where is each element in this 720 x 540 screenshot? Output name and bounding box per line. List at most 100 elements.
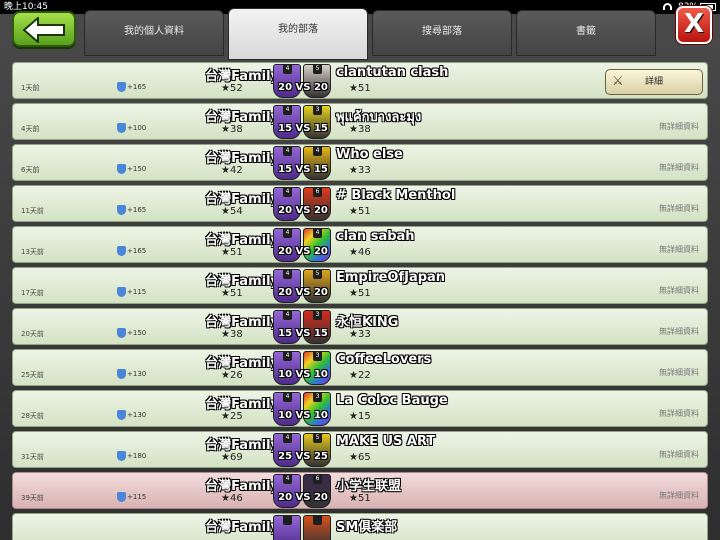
clan-level xyxy=(313,515,322,525)
opponent-stars: ★65 xyxy=(349,452,371,463)
war-matchup: 4 3 10 VS 10 xyxy=(273,392,333,426)
star-icon: ★ xyxy=(221,165,230,176)
war-matchup: 4 4 20 VS 20 xyxy=(273,228,333,262)
trophy-gain: +165 xyxy=(117,82,146,92)
war-time-ago: 13天前 xyxy=(21,248,44,256)
trophy-shield-icon xyxy=(117,451,126,461)
trophy-value: +150 xyxy=(127,165,147,173)
trophy-gain: +115 xyxy=(117,492,146,502)
close-button[interactable]: X xyxy=(676,6,712,44)
clan-level: 4 xyxy=(283,105,292,115)
my-clan-name: 台灣Family xyxy=(205,110,279,125)
my-stars: ★26 xyxy=(221,370,243,381)
my-stars: ★38 xyxy=(221,124,243,135)
my-clan-badge-icon xyxy=(273,515,301,540)
war-matchup xyxy=(273,515,333,540)
star-icon: ★ xyxy=(349,83,358,94)
detail-button-label: 詳細 xyxy=(644,77,663,87)
tab-label: 我的部落 xyxy=(278,24,318,35)
star-icon: ★ xyxy=(349,165,358,176)
no-detail-text: 無詳細資料 xyxy=(659,491,699,500)
clan-level: 3 xyxy=(313,310,322,320)
my-clan-name: 台灣Family xyxy=(205,397,279,412)
opponent-stars-value: 33 xyxy=(357,329,371,340)
trophy-shield-icon xyxy=(117,369,126,379)
war-log-row[interactable]: 17天前 +115 台灣Family ★51 4 5 20 VS 20 EmpireOfJap… xyxy=(12,267,708,304)
trophy-shield-icon xyxy=(117,410,126,420)
war-log-row[interactable]: 1天前 +165 台灣Family ★52 4 5 20 VS 20 clantutan cl… xyxy=(12,62,708,99)
no-detail-text: 無詳細資料 xyxy=(659,122,699,131)
opponent-stars-value: 22 xyxy=(357,370,371,381)
my-stars-value: 25 xyxy=(229,411,243,422)
war-log-row[interactable]: 11天前 +165 台灣Family ★54 4 6 20 VS 20 # Black Men… xyxy=(12,185,708,222)
my-clan-name: 台灣Family xyxy=(205,233,279,248)
opponent-clan-name: La Coloc Bauge xyxy=(336,393,448,408)
no-detail-text: 無詳細資料 xyxy=(659,286,699,295)
star-icon: ★ xyxy=(349,247,358,258)
war-log-row[interactable]: 25天前 +130 台灣Family ★26 4 3 10 VS 10 CoffeeLover… xyxy=(12,349,708,386)
my-clan-name: 台灣Family xyxy=(205,315,279,330)
war-log-row[interactable]: 28天前 +130 台灣Family ★25 4 3 10 VS 10 La Coloc Ba… xyxy=(12,390,708,427)
no-detail-text: 無詳細資料 xyxy=(659,245,699,254)
opponent-stars-value: 38 xyxy=(357,124,371,135)
tab-bookmarks[interactable]: 書籤 xyxy=(516,10,656,56)
tab-my-profile[interactable]: 我的個人資料 xyxy=(84,10,224,56)
war-size: 20 VS 20 xyxy=(278,205,328,216)
trophy-value: +115 xyxy=(127,493,147,501)
war-log-row[interactable]: 13天前 +165 台灣Family ★51 4 4 20 VS 20 clan sabah ★… xyxy=(12,226,708,263)
war-size: 20 VS 20 xyxy=(278,82,328,93)
opponent-stars-value: 51 xyxy=(357,83,371,94)
war-matchup: 4 6 20 VS 20 xyxy=(273,474,333,508)
my-stars-value: 38 xyxy=(229,329,243,340)
opponent-stars-value: 51 xyxy=(357,288,371,299)
war-log-list[interactable]: 1天前 +165 台灣Family ★52 4 5 20 VS 20 clantutan cl… xyxy=(12,58,708,540)
war-log-row[interactable]: 台灣Family SM俱楽部 xyxy=(12,513,708,540)
opponent-clan-badge-icon xyxy=(303,515,331,540)
war-matchup: 4 3 15 VS 15 xyxy=(273,310,333,344)
trophy-gain: +130 xyxy=(117,410,146,420)
star-icon: ★ xyxy=(221,206,230,217)
star-icon: ★ xyxy=(349,329,358,340)
war-time-ago: 11天前 xyxy=(21,207,44,215)
clan-level: 4 xyxy=(283,228,292,238)
star-icon: ★ xyxy=(221,370,230,381)
clan-level: 4 xyxy=(283,433,292,443)
trophy-value: +165 xyxy=(127,206,147,214)
opponent-stars: ★51 xyxy=(349,83,371,94)
trophy-gain: +115 xyxy=(117,287,146,297)
trophy-gain: +130 xyxy=(117,369,146,379)
war-log-row[interactable]: 20天前 +150 台灣Family ★38 4 3 15 VS 15 永恒KING ★33 無詳… xyxy=(12,308,708,345)
opponent-clan-name: # Black Menthol xyxy=(336,188,456,203)
trophy-shield-icon xyxy=(117,246,126,256)
star-icon: ★ xyxy=(349,370,358,381)
war-detail-button[interactable]: ⚔ 詳細 xyxy=(605,69,703,95)
war-log-row[interactable]: 31天前 +180 台灣Family ★69 4 5 25 VS 25 MAKE US ART… xyxy=(12,431,708,468)
opponent-stars-value: 51 xyxy=(357,206,371,217)
my-clan-name: 台灣Family xyxy=(205,438,279,453)
my-stars-value: 38 xyxy=(229,124,243,135)
trophy-value: +100 xyxy=(127,124,147,132)
tab-label: 搜尋部落 xyxy=(422,26,462,37)
star-icon: ★ xyxy=(221,329,230,340)
war-size: 15 VS 15 xyxy=(278,164,328,175)
opponent-stars: ★22 xyxy=(349,370,371,381)
war-matchup: 4 3 10 VS 10 xyxy=(273,351,333,385)
trophy-value: +115 xyxy=(127,288,147,296)
star-icon: ★ xyxy=(349,493,358,504)
trophy-shield-icon xyxy=(117,287,126,297)
war-log-row[interactable]: 4天前 +100 台灣Family ★38 4 3 15 VS 15 พุแค้กบางละม… xyxy=(12,103,708,140)
war-log-row[interactable]: 39天前 +115 台灣Family ★46 4 6 20 VS 20 小学生联盟 ★51 無詳細… xyxy=(12,472,708,509)
star-icon: ★ xyxy=(221,83,230,94)
back-button[interactable] xyxy=(12,11,76,47)
war-log-row[interactable]: 6天前 +150 台灣Family ★42 4 4 15 VS 15 Who else ★33 無… xyxy=(12,144,708,181)
star-icon: ★ xyxy=(349,288,358,299)
tab-my-clan[interactable]: 我的部落 xyxy=(228,8,368,60)
war-size: 25 VS 25 xyxy=(278,451,328,462)
trophy-gain: +150 xyxy=(117,164,146,174)
clan-level: 3 xyxy=(313,351,322,361)
star-icon: ★ xyxy=(349,411,358,422)
tab-search-clans[interactable]: 搜尋部落 xyxy=(372,10,512,56)
my-clan-name: 台灣Family xyxy=(205,356,279,371)
war-matchup: 4 5 25 VS 25 xyxy=(273,433,333,467)
opponent-clan-name: Who else xyxy=(336,147,403,162)
